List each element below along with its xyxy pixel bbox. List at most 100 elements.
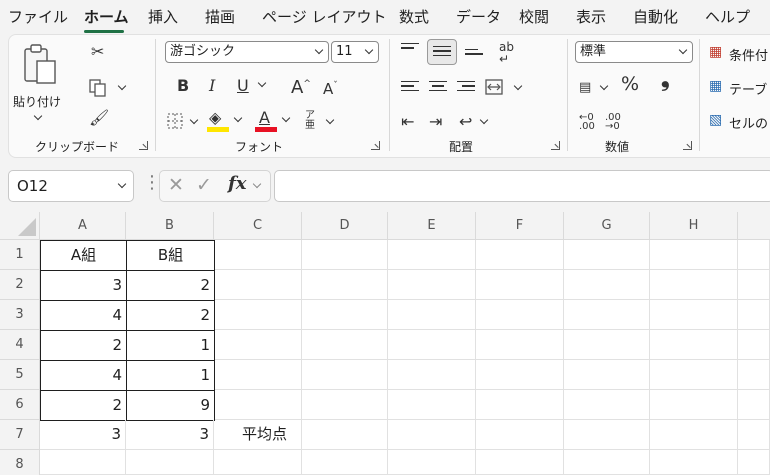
cell-i5[interactable] (738, 360, 770, 390)
column-header-i[interactable] (738, 212, 770, 240)
cell-c5[interactable] (214, 360, 302, 390)
cell-styles-button[interactable]: ▧ セルの (709, 111, 770, 133)
number-format-select[interactable]: 標準 (575, 41, 693, 63)
cell-h8[interactable] (650, 450, 738, 475)
cell-c4[interactable] (214, 330, 302, 360)
cell-e1[interactable] (388, 240, 476, 270)
row-header-7[interactable]: 7 (0, 420, 40, 450)
increase-font-icon[interactable]: A^ (291, 75, 311, 97)
enter-icon[interactable]: ✓ (196, 176, 212, 195)
format-painter-icon[interactable]: 🖌 (89, 109, 109, 127)
chevron-down-icon[interactable] (479, 115, 489, 125)
tab-review[interactable]: 校閲 (519, 6, 549, 27)
formula-input[interactable] (274, 170, 770, 202)
cell-b5[interactable]: 1 (126, 360, 215, 391)
tab-formulas[interactable]: 数式 (399, 6, 429, 27)
font-name-select[interactable]: 游ゴシック (165, 41, 329, 63)
cell-h4[interactable] (650, 330, 738, 360)
cell-a3[interactable]: 4 (40, 300, 127, 331)
currency-icon[interactable]: ▤ (579, 79, 591, 97)
cell-c8[interactable] (214, 450, 302, 475)
tab-data[interactable]: データ (456, 6, 501, 27)
cell-b6[interactable]: 9 (126, 390, 215, 421)
bold-icon[interactable]: B (177, 77, 189, 95)
cell-f2[interactable] (476, 270, 564, 300)
chevron-down-icon[interactable] (257, 78, 267, 88)
cell-g2[interactable] (564, 270, 650, 300)
cell-h6[interactable] (650, 390, 738, 420)
chevron-down-icon[interactable] (599, 81, 609, 91)
cell-d2[interactable] (302, 270, 388, 300)
font-color-button[interactable]: A (255, 109, 295, 133)
insert-function-icon[interactable]: fx (228, 175, 246, 193)
cell-f3[interactable] (476, 300, 564, 330)
cancel-icon[interactable]: ✕ (168, 176, 184, 195)
cell-f7[interactable] (476, 420, 564, 450)
alignment-launcher-icon[interactable] (551, 141, 560, 150)
cell-a8[interactable] (40, 450, 126, 475)
cell-a1[interactable]: A組 (40, 240, 127, 271)
cell-e6[interactable] (388, 390, 476, 420)
row-header-4[interactable]: 4 (0, 330, 40, 360)
column-header-b[interactable]: B (126, 212, 214, 240)
cell-e5[interactable] (388, 360, 476, 390)
column-header-g[interactable]: G (564, 212, 650, 240)
decrease-font-icon[interactable]: Aˇ (323, 77, 338, 98)
align-middle-button[interactable] (427, 39, 457, 65)
cell-g6[interactable] (564, 390, 650, 420)
cell-d1[interactable] (302, 240, 388, 270)
cell-a7[interactable]: 3 (40, 420, 126, 450)
column-header-h[interactable]: H (650, 212, 738, 240)
cell-i1[interactable] (738, 240, 770, 270)
cell-c7[interactable]: 平均点 (214, 420, 302, 450)
font-launcher-icon[interactable] (371, 141, 380, 150)
fill-color-button[interactable]: ◈ (207, 109, 247, 133)
tab-file[interactable]: ファイル (8, 6, 68, 27)
cell-a5[interactable]: 4 (40, 360, 127, 391)
chevron-down-icon[interactable] (252, 179, 262, 189)
row-header-8[interactable]: 8 (0, 450, 40, 475)
cell-b7[interactable]: 3 (126, 420, 214, 450)
name-box[interactable]: O12 (8, 170, 134, 202)
cell-b4[interactable]: 1 (126, 330, 215, 361)
number-launcher-icon[interactable] (683, 141, 692, 150)
cell-i4[interactable] (738, 330, 770, 360)
text-orientation-icon[interactable]: ab ↵ (499, 41, 514, 65)
cell-i2[interactable] (738, 270, 770, 300)
tab-page-layout[interactable]: ページ レイアウト (262, 6, 386, 27)
cell-c3[interactable] (214, 300, 302, 330)
cell-b8[interactable] (126, 450, 214, 475)
cell-g3[interactable] (564, 300, 650, 330)
cell-g7[interactable] (564, 420, 650, 450)
cell-d6[interactable] (302, 390, 388, 420)
cell-a4[interactable]: 2 (40, 330, 127, 361)
cell-e3[interactable] (388, 300, 476, 330)
cell-d3[interactable] (302, 300, 388, 330)
cell-e7[interactable] (388, 420, 476, 450)
select-all-corner[interactable] (0, 212, 40, 240)
cell-g1[interactable] (564, 240, 650, 270)
cell-c1[interactable] (214, 240, 302, 270)
align-left-icon[interactable] (401, 81, 419, 95)
conditional-formatting-button[interactable]: ▦ 条件付 (709, 43, 770, 65)
increase-indent-icon[interactable]: ⇥ (429, 113, 442, 131)
cell-i6[interactable] (738, 390, 770, 420)
chevron-down-icon[interactable] (189, 115, 199, 125)
align-top-icon[interactable] (401, 43, 419, 57)
cell-h1[interactable] (650, 240, 738, 270)
cell-b3[interactable]: 2 (126, 300, 215, 331)
cell-i8[interactable] (738, 450, 770, 475)
cell-h5[interactable] (650, 360, 738, 390)
cell-c6[interactable] (214, 390, 302, 420)
cell-a2[interactable]: 3 (40, 270, 127, 301)
tab-insert[interactable]: 挿入 (148, 6, 178, 27)
percent-icon[interactable]: % (621, 75, 639, 94)
cell-f4[interactable] (476, 330, 564, 360)
cell-c2[interactable] (214, 270, 302, 300)
cell-i7[interactable] (738, 420, 770, 450)
column-header-c[interactable]: C (214, 212, 302, 240)
comma-icon[interactable]: ❟ (661, 69, 670, 91)
cell-i3[interactable] (738, 300, 770, 330)
decrease-indent-icon[interactable]: ⇤ (401, 113, 414, 131)
chevron-down-icon[interactable] (513, 81, 523, 91)
